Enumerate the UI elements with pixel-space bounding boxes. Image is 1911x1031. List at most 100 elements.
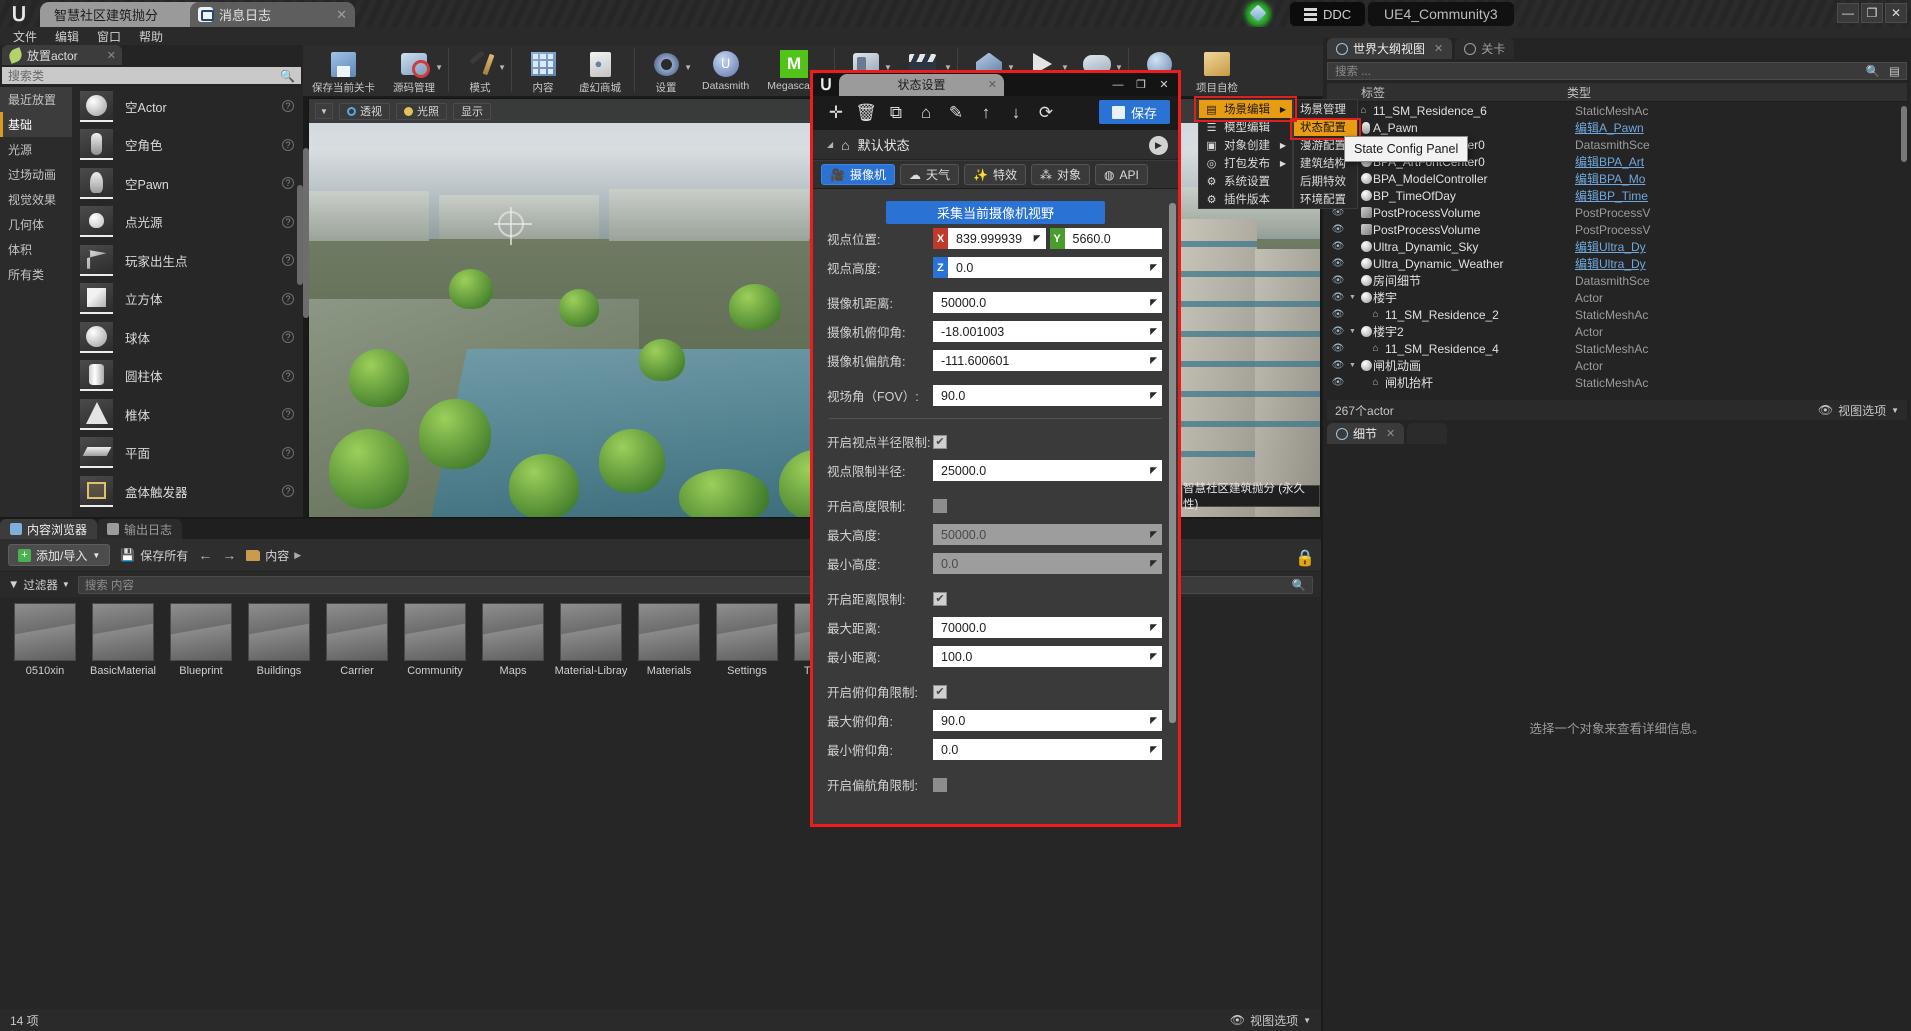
tab-world-outliner[interactable]: 世界大纲视图 ✕: [1327, 38, 1453, 59]
info-icon[interactable]: ?: [282, 408, 294, 421]
list-item[interactable]: 空Pawn ?: [72, 164, 303, 203]
spinner-icon[interactable]: ◤: [1150, 390, 1157, 401]
info-icon[interactable]: ?: [282, 254, 294, 267]
home-icon[interactable]: ⌂: [911, 99, 941, 127]
column-header-label[interactable]: 标签: [1327, 84, 1567, 101]
spinner-icon[interactable]: ◤: [1150, 465, 1157, 476]
table-row[interactable]: 👁 房间细节 DatasmithSce: [1327, 272, 1907, 289]
submenu-item-post-effects[interactable]: 后期特效: [1294, 172, 1357, 190]
eye-icon[interactable]: 👁: [1327, 292, 1349, 303]
close-icon[interactable]: ✕: [1434, 42, 1443, 55]
move-up-icon[interactable]: ↑: [971, 99, 1001, 127]
project-check-button[interactable]: 项目自检: [1187, 45, 1247, 97]
dialog-minimize-button[interactable]: —: [1107, 76, 1129, 93]
sidebar-item-all-classes[interactable]: 所有类: [0, 262, 72, 287]
info-icon[interactable]: ?: [282, 138, 294, 151]
spinner-icon[interactable]: ◤: [1150, 744, 1157, 755]
refresh-icon[interactable]: ⟳: [1031, 99, 1061, 127]
table-row[interactable]: 👁⌂11_SM_Residence_6StaticMeshAc: [1327, 102, 1907, 119]
table-row[interactable]: 👁 ⌂ 11_SM_Residence_2 StaticMeshAc: [1327, 306, 1907, 323]
sidebar-item-basic[interactable]: 基础: [0, 112, 72, 137]
table-row[interactable]: 👁 Ultra_Dynamic_Weather 编辑Ultra_Dy: [1327, 255, 1907, 272]
table-row[interactable]: 👁 ⌂ 闸机抬杆 StaticMeshAc: [1327, 374, 1907, 391]
tab-camera[interactable]: 🎥 摄像机: [821, 164, 895, 185]
close-icon[interactable]: ✕: [1386, 427, 1395, 440]
column-header-type[interactable]: 类型: [1567, 84, 1907, 101]
edit-icon[interactable]: ✎: [941, 99, 971, 127]
ddc-button[interactable]: DDC: [1290, 2, 1366, 26]
folder-cell[interactable]: BasicMaterial: [84, 597, 162, 707]
eye-icon[interactable]: 👁: [1327, 326, 1349, 337]
outliner-view-options-button[interactable]: 👁 视图选项 ▼: [1818, 402, 1899, 419]
minimize-button[interactable]: —: [1837, 3, 1859, 23]
table-row[interactable]: 👁 ▼ 楼宇2 Actor: [1327, 323, 1907, 340]
play-icon[interactable]: ▶: [1149, 136, 1168, 155]
info-icon[interactable]: ?: [282, 369, 294, 382]
lock-icon[interactable]: 🔒: [1295, 548, 1315, 567]
menu-item-plugin-version[interactable]: ⚙ 插件版本: [1199, 190, 1292, 208]
tab-object[interactable]: ⁂ 对象: [1030, 164, 1090, 185]
filter-button[interactable]: ▼ 过滤器 ▼: [8, 576, 70, 594]
menu-edit[interactable]: 编辑: [46, 28, 88, 45]
close-icon[interactable]: ✕: [336, 7, 347, 23]
close-button[interactable]: ✕: [1885, 3, 1907, 23]
status-orb-icon[interactable]: [1246, 2, 1270, 26]
outliner-search-input[interactable]: 搜索 ... 🔍 ▤: [1327, 62, 1907, 80]
sidebar-item-visual-effects[interactable]: 视觉效果: [0, 187, 72, 212]
tab-levels[interactable]: 关卡: [1455, 38, 1515, 59]
tab-effects[interactable]: ✨ 特效: [963, 164, 1026, 185]
fov-input[interactable]: 90.0 ◤: [933, 385, 1162, 406]
tab-output-log[interactable]: 输出日志: [97, 519, 183, 539]
settings-button[interactable]: 设置 ▼: [639, 45, 693, 97]
filter-icon[interactable]: ▤: [1889, 64, 1900, 78]
marketplace-button[interactable]: 虚幻商城: [570, 45, 630, 97]
row-type[interactable]: 编辑BPA_Art: [1575, 153, 1644, 170]
info-icon[interactable]: ?: [282, 485, 294, 498]
info-icon[interactable]: ?: [282, 331, 294, 344]
table-row[interactable]: 👁BPA_ModelController编辑BPA_Mo: [1327, 170, 1907, 187]
sidebar-item-geometry[interactable]: 几何体: [0, 212, 72, 237]
chevron-down-icon[interactable]: ▼: [435, 63, 443, 72]
spinner-icon[interactable]: ◤: [1150, 326, 1157, 337]
max-distance-input[interactable]: 70000.0 ◤: [933, 617, 1162, 638]
tab-weather[interactable]: ☁ 天气: [899, 164, 959, 185]
eye-icon[interactable]: 👁: [1327, 275, 1349, 286]
enable-distance-limit-checkbox[interactable]: ✔: [933, 591, 947, 606]
content-button[interactable]: 内容: [516, 45, 570, 97]
sidebar-item-lights[interactable]: 光源: [0, 137, 72, 162]
viewport-lit-button[interactable]: 光照: [396, 102, 447, 120]
tab-content-browser[interactable]: 内容浏览器: [0, 519, 98, 539]
place-actor-tab[interactable]: 放置actor ✕: [2, 45, 122, 65]
camera-yaw-input[interactable]: -111.600601 ◤: [933, 350, 1162, 371]
folder-cell[interactable]: Maps: [474, 597, 552, 707]
expand-icon[interactable]: ◢: [827, 140, 833, 149]
menu-item-system-settings[interactable]: ⚙ 系统设置: [1199, 172, 1292, 190]
list-item[interactable]: 空角色 ?: [72, 126, 303, 165]
spinner-icon[interactable]: ◤: [1150, 622, 1157, 633]
folder-cell[interactable]: Settings: [708, 597, 786, 707]
min-height-input[interactable]: 0.0 ◤: [933, 553, 1162, 574]
menu-window[interactable]: 窗口: [88, 28, 130, 45]
table-row[interactable]: 👁A_Pawn编辑A_Pawn: [1327, 119, 1907, 136]
spinner-icon[interactable]: ◤: [1150, 355, 1157, 366]
folder-cell[interactable]: Community: [396, 597, 474, 707]
outliner-scrollbar[interactable]: [1901, 106, 1907, 162]
spinner-icon[interactable]: ◤: [1150, 558, 1157, 569]
expand-icon[interactable]: ▼: [1349, 362, 1359, 369]
modes-button[interactable]: 模式 ▼: [453, 45, 507, 97]
viewpoint-x-input[interactable]: 839.999939 ◤: [948, 228, 1046, 249]
eye-icon[interactable]: 👁: [1327, 377, 1349, 388]
save-button[interactable]: 保存: [1098, 100, 1170, 124]
row-type[interactable]: 编辑BP_Time: [1575, 187, 1648, 204]
enable-yaw-limit-checkbox[interactable]: [933, 777, 947, 792]
info-icon[interactable]: ?: [282, 177, 294, 190]
eye-icon[interactable]: 👁: [1327, 258, 1349, 269]
view-options-button[interactable]: 👁 视图选项 ▼: [1230, 1012, 1311, 1029]
spinner-icon[interactable]: ◤: [1034, 233, 1041, 244]
close-icon[interactable]: ✕: [988, 78, 997, 91]
viewport-perspective-button[interactable]: 透视: [339, 102, 390, 120]
row-type[interactable]: 编辑Ultra_Dy: [1575, 238, 1646, 255]
list-item[interactable]: 圆柱体 ?: [72, 357, 303, 396]
dialog-tab[interactable]: 状态设置 ✕: [839, 73, 1004, 96]
max-height-input[interactable]: 50000.0 ◤: [933, 524, 1162, 545]
